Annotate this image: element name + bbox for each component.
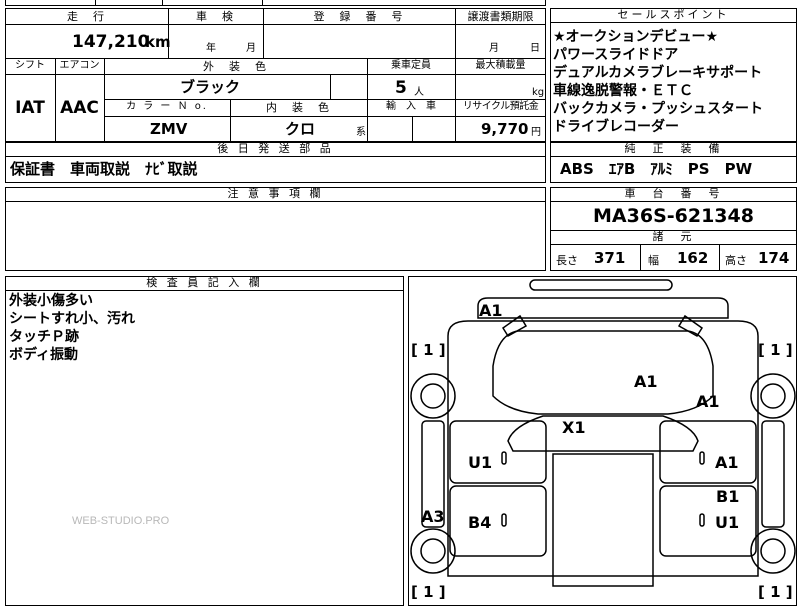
sales-point: バックカメラ・プッシュスタート bbox=[553, 101, 763, 117]
capacity-value: 5 bbox=[395, 78, 407, 98]
left-front-tire-inner bbox=[420, 383, 446, 409]
car-diagram bbox=[410, 279, 796, 587]
import-header: 輸 入 車 bbox=[386, 101, 436, 112]
deadline-month-unit: 月 bbox=[489, 43, 499, 54]
tire-right-top-label: [ 1 ] bbox=[758, 341, 793, 359]
max-load-unit: kg bbox=[532, 87, 545, 98]
mileage-value: 147,210 bbox=[72, 32, 150, 52]
genuine-equipment-value: ABS ｴｱB ｱﾙﾐ PS PW bbox=[560, 160, 753, 178]
exterior-color-header: 外 装 色 bbox=[203, 60, 268, 73]
left-rear-door-shape bbox=[449, 485, 547, 557]
max-load-header: 最大積載量 bbox=[475, 60, 526, 71]
damage-left-front-door-label: U1 bbox=[468, 453, 493, 472]
recycle-fee-value: 9,770 bbox=[481, 120, 529, 138]
shift-value: IAT bbox=[15, 98, 45, 118]
sales-point: ドライブレコーダー bbox=[553, 119, 679, 135]
aircon-header: エアコン bbox=[59, 60, 100, 71]
width-label: 幅 bbox=[648, 254, 659, 267]
sales-points-list: ★オークションデビュー★ パワースライドドア デュアルカメラブレーキサポート 車… bbox=[553, 30, 763, 138]
top-strip bbox=[5, 0, 546, 6]
inspector-note: タッチＰ跡 bbox=[9, 329, 79, 345]
damage-right-rear-door-b-label: B1 bbox=[716, 487, 740, 506]
sales-point: デュアルカメラブレーキサポート bbox=[553, 65, 763, 81]
recycle-unit: 円 bbox=[531, 127, 541, 138]
specs-header: 諸 元 bbox=[550, 230, 797, 245]
sales-point: 車線逸脱警報・ＥＴＣ bbox=[553, 83, 693, 99]
damage-right-fender-label: A1 bbox=[696, 392, 720, 411]
tire-left-bottom-label: [ 1 ] bbox=[411, 583, 446, 601]
right-sill-shape bbox=[761, 420, 785, 528]
color-no-value: ZMV bbox=[150, 120, 188, 138]
right-mirror-shape bbox=[677, 314, 704, 338]
inspector-note: ボディ振動 bbox=[9, 347, 79, 363]
inspector-notes-list: 外装小傷多い シートすれ小、汚れ タッチＰ跡 ボディ振動 bbox=[9, 294, 135, 366]
registration-header: 登 録 番 号 bbox=[313, 10, 405, 23]
inspection-year-unit: 年 bbox=[206, 43, 216, 54]
later-parts-value: 保証書 車両取説 ﾅﾋﾞ取説 bbox=[10, 160, 198, 178]
length-value: 371 bbox=[594, 249, 626, 267]
roof-shape bbox=[552, 453, 654, 587]
height-value: 174 bbox=[758, 249, 790, 267]
aircon-value: AAC bbox=[60, 98, 99, 118]
front-grille-shape bbox=[529, 279, 673, 291]
shift-header: シフト bbox=[15, 60, 45, 71]
capacity-header: 乗車定員 bbox=[391, 60, 431, 71]
notes-header: 注 意 事 項 欄 bbox=[5, 187, 546, 202]
damage-left-rear-door-label: B4 bbox=[468, 513, 492, 532]
tire-right-bottom-label: [ 1 ] bbox=[758, 583, 793, 601]
length-label: 長さ bbox=[556, 254, 578, 267]
mileage-header: 走 行 bbox=[67, 10, 106, 23]
inspector-note: シートすれ小、汚れ bbox=[9, 311, 135, 327]
interior-color-header: 内 装 色 bbox=[266, 101, 331, 114]
damage-right-rear-door-u-label: U1 bbox=[715, 513, 740, 532]
color-no-header: カ ラ ー Ｎ o. bbox=[126, 101, 208, 112]
chassis-number-header: 車 台 番 号 bbox=[550, 187, 797, 202]
damage-left-rear-label: A3 bbox=[421, 507, 445, 526]
interior-suffix: 系 bbox=[356, 127, 366, 138]
vehicle-info-table bbox=[5, 8, 546, 142]
genuine-equipment-header: 純 正 装 備 bbox=[550, 142, 797, 157]
door-handle bbox=[699, 451, 705, 465]
hood-shape bbox=[492, 330, 714, 415]
inspection-header: 車 検 bbox=[196, 10, 235, 23]
chassis-number-value: MA36S-621348 bbox=[593, 205, 754, 227]
transfer-deadline-header: 譲渡書類期限 bbox=[467, 10, 534, 23]
door-handle bbox=[501, 513, 507, 527]
recycle-header: リサイクル預託金 bbox=[462, 101, 539, 112]
door-handle bbox=[501, 451, 507, 465]
damage-front-label: A1 bbox=[479, 301, 503, 320]
inspector-note: 外装小傷多い bbox=[9, 293, 93, 309]
right-rear-tire-inner bbox=[760, 538, 786, 564]
damage-hood-label: A1 bbox=[634, 372, 658, 391]
front-bumper-shape bbox=[477, 297, 729, 319]
sales-point: ★オークションデビュー★ bbox=[553, 29, 719, 45]
capacity-unit: 人 bbox=[414, 87, 424, 98]
watermark: WEB-STUDIO.PRO bbox=[72, 515, 170, 527]
left-rear-tire-inner bbox=[420, 538, 446, 564]
mileage-unit: km bbox=[145, 33, 171, 51]
sales-point: パワースライドドア bbox=[553, 47, 679, 63]
damage-right-front-door-label: A1 bbox=[715, 453, 739, 472]
width-value: 162 bbox=[677, 249, 709, 267]
interior-color-value: クロ bbox=[285, 120, 316, 138]
height-label: 高さ bbox=[725, 254, 747, 267]
door-handle bbox=[699, 513, 705, 527]
deadline-day-unit: 日 bbox=[530, 43, 540, 54]
tire-left-top-label: [ 1 ] bbox=[411, 341, 446, 359]
inspection-month-unit: 月 bbox=[246, 43, 256, 54]
left-front-door-shape bbox=[449, 420, 547, 484]
right-rear-door-shape bbox=[659, 485, 757, 557]
right-front-door-shape bbox=[659, 420, 757, 484]
sales-points-header: セールスポイント bbox=[550, 8, 797, 23]
inspector-notes-header: 検 査 員 記 入 欄 bbox=[5, 276, 404, 291]
later-parts-header: 後 日 発 送 部 品 bbox=[5, 142, 546, 157]
left-mirror-shape bbox=[501, 314, 528, 338]
damage-roof-label: X1 bbox=[562, 418, 586, 437]
right-front-tire-inner bbox=[760, 383, 786, 409]
exterior-color-value: ブラック bbox=[180, 78, 241, 96]
